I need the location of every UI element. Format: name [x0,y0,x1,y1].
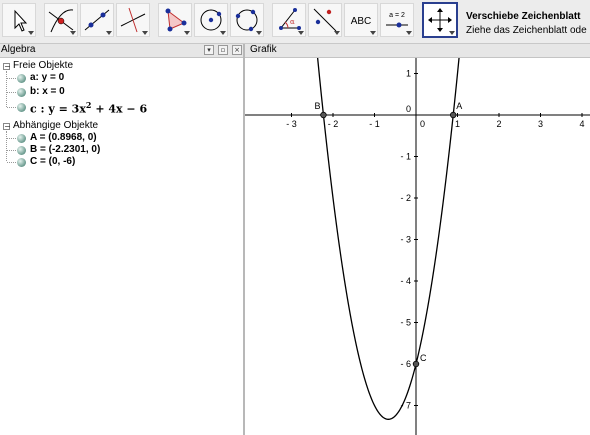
move-graphics-view-tool-button[interactable] [422,2,458,38]
dropdown-triangle-icon [370,31,376,35]
circle-tool-button[interactable] [194,3,228,37]
x-tick-label: - 3 [286,119,297,129]
y-tick-label: - 1 [400,152,411,162]
slider-tool-button[interactable]: a = 2 [380,3,414,37]
text-tool-button[interactable]: ABC [344,3,378,37]
dropdown-triangle-icon [70,31,76,35]
y-tick-label: - 3 [400,235,411,245]
view-menu-icon[interactable]: ▾ [204,45,214,55]
x-tick-label: 3 [538,119,543,129]
svg-text:ABC: ABC [351,16,372,27]
y-tick-label: - 4 [400,276,411,286]
graphics-canvas[interactable]: - 3- 2- 1 1 2 3 41- 1- 2- 3- 4- 5- 6- 700ABC [245,44,590,435]
tree-line [7,162,16,163]
algebra-object-function[interactable]: c : y = 3x2 + 4x − 6 [30,100,147,116]
dropdown-triangle-icon [256,31,262,35]
svg-text:α: α [290,18,295,26]
dropdown-triangle-icon [28,31,34,35]
algebra-view-title: Algebra [1,44,36,55]
line-tool-button[interactable] [80,3,114,37]
collapse-dependent-objects-icon[interactable]: − [3,123,11,131]
collapse-free-objects-icon[interactable]: − [3,63,11,71]
visibility-toggle-icon[interactable] [17,88,26,97]
tree-line [7,107,16,108]
x-tick-label: 2 [496,119,501,129]
polygon-tool-button[interactable] [158,3,192,37]
active-tool-title: Verschiebe Zeichenblatt [466,11,581,22]
tree-line [7,78,16,79]
y-tick-label: - 6 [400,359,411,369]
toolbar: α ABC a = 2 Verschiebe Zeichenblatt Zieh… [0,0,590,44]
x-tick-label: - 2 [328,119,339,129]
tree-line [7,150,16,151]
origin-label-y: 0 [406,104,411,114]
visibility-toggle-icon[interactable] [17,158,26,167]
x-tick-label: 4 [579,119,584,129]
undock-view-icon[interactable]: ▫ [218,45,228,55]
x-tick-label: 1 [455,119,460,129]
move-tool-button[interactable] [2,3,36,37]
tree-line [6,131,7,161]
function-remainder: + 4x − 6 [91,102,148,116]
dependent-objects-category[interactable]: Abhängige Objekte [13,120,98,131]
point-A [450,111,457,119]
function-curve-c [316,58,460,420]
y-tick-label: 1 [406,69,411,79]
algebra-object[interactable]: b: x = 0 [30,86,65,97]
tree-line [6,71,7,107]
perpendicular-tool-button[interactable] [116,3,150,37]
dropdown-triangle-icon [406,31,412,35]
dropdown-triangle-icon [298,31,304,35]
close-view-icon[interactable]: × [232,45,242,55]
circle-three-points-tool-button[interactable] [230,3,264,37]
algebra-object[interactable]: B = (-2.2301, 0) [30,144,100,155]
point-C [412,360,420,368]
graphics-view[interactable]: Grafik - 3- 2- 112341- 1- 2- 3- 4- 5- 6-… [245,44,590,435]
algebra-object[interactable]: a: y = 0 [30,72,64,83]
svg-text:a = 2: a = 2 [389,12,405,19]
tree-line [7,92,16,93]
function-definition: c : y = 3x [30,102,86,116]
dropdown-triangle-icon [184,31,190,35]
point-B [320,111,327,119]
tree-line [7,138,16,139]
dropdown-triangle-icon [334,31,340,35]
x-tick-label: - 1 [369,119,380,129]
reflect-tool-button[interactable] [308,3,342,37]
active-tool-help: Ziehe das Zeichenblatt ode [466,25,587,36]
point-label: A [456,101,462,111]
algebra-view: Algebra ▾ ▫ × − Freie Objekte a: y = 0 b… [0,44,245,435]
dropdown-triangle-icon [142,31,148,35]
algebra-view-header: Algebra ▾ ▫ × [0,44,243,58]
visibility-toggle-icon[interactable] [17,134,26,143]
point-label: B [314,101,320,111]
visibility-toggle-icon[interactable] [17,146,26,155]
visibility-toggle-icon[interactable] [17,74,26,83]
dropdown-triangle-icon [220,31,226,35]
visibility-toggle-icon[interactable] [17,103,26,112]
angle-tool-button[interactable]: α [272,3,306,37]
y-tick-label: - 5 [400,318,411,328]
dropdown-triangle-icon [449,31,455,35]
algebra-object[interactable]: A = (0.8968, 0) [30,132,97,143]
new-point-tool-button[interactable] [44,3,78,37]
algebra-object[interactable]: C = (0, -6) [30,156,75,167]
free-objects-category[interactable]: Freie Objekte [13,60,73,71]
dropdown-triangle-icon [106,31,112,35]
point-label: C [420,353,427,363]
origin-label-x: 0 [420,119,425,129]
y-tick-label: - 2 [400,193,411,203]
